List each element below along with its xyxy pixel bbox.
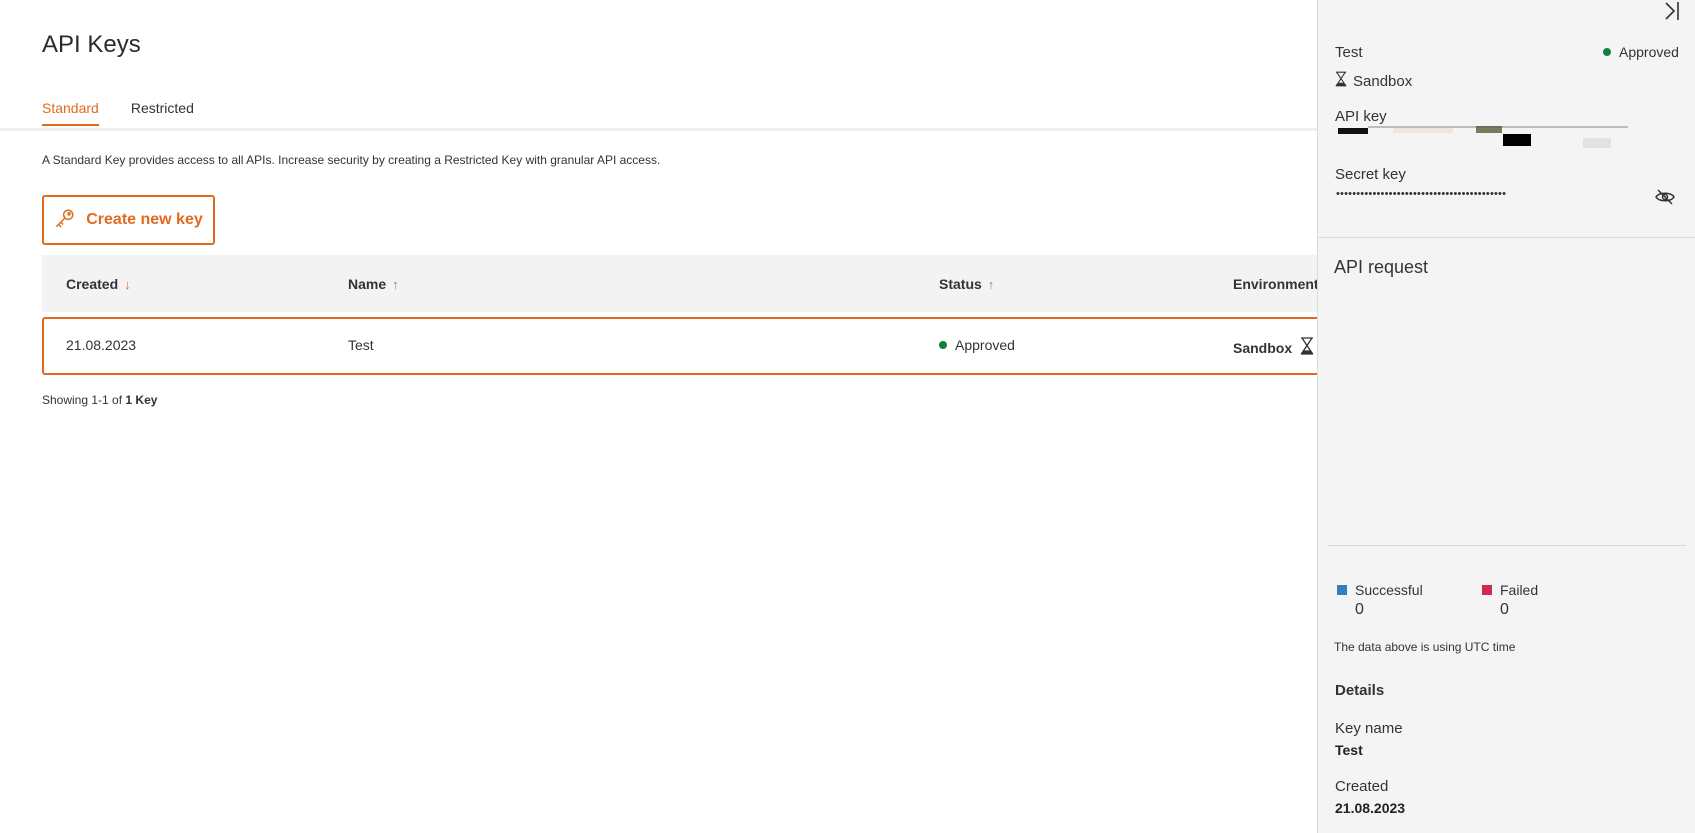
detail-value-created: 21.08.2023: [1335, 800, 1406, 816]
hourglass-icon: [1300, 337, 1314, 358]
pagination-summary: Showing 1-1 of 1 Key: [42, 393, 158, 407]
key-icon: [54, 207, 76, 234]
create-new-key-button[interactable]: Create new key: [42, 195, 215, 245]
page-title: API Keys: [42, 31, 141, 58]
detail-label-created: Created: [1335, 778, 1389, 795]
api-request-chart: [1328, 290, 1686, 545]
key-summary-section: Test Approved Sandbox API key Secret key…: [1318, 0, 1695, 238]
api-key-label: API key: [1335, 108, 1387, 125]
details-title: Details: [1335, 682, 1385, 699]
status-dot-icon: [939, 341, 947, 349]
hourglass-icon: [1335, 71, 1347, 91]
panel-environment: Sandbox: [1335, 71, 1412, 91]
legend-failed: Failed: [1482, 582, 1538, 598]
sort-up-icon: ↑: [392, 276, 399, 292]
chart-baseline: [1328, 545, 1686, 546]
standard-key-info: A Standard Key provides access to all AP…: [42, 153, 661, 167]
api-key-redacted-value[interactable]: [1338, 124, 1638, 152]
secret-key-masked-value: ••••••••••••••••••••••••••••••••••••••••…: [1336, 188, 1507, 200]
secret-key-label: Secret key: [1335, 166, 1406, 183]
successful-color-swatch: [1337, 585, 1347, 595]
failed-count: 0: [1500, 601, 1509, 618]
eye-off-icon[interactable]: [1655, 188, 1675, 206]
status-dot-icon: [1603, 48, 1611, 56]
failed-color-swatch: [1482, 585, 1492, 595]
detail-value-key-name: Test: [1335, 742, 1363, 758]
panel-key-name: Test: [1335, 44, 1363, 61]
tabs-divider: [0, 128, 1317, 131]
table-row[interactable]: 21.08.2023 Test Approved Sandbox: [42, 317, 1332, 375]
utc-note: The data above is using UTC time: [1334, 640, 1516, 654]
sort-down-icon: ↓: [124, 276, 131, 292]
main-content: API Keys Standard Restricted A Standard …: [0, 0, 1332, 833]
create-new-key-label: Create new key: [86, 211, 203, 228]
detail-label-key-name: Key name: [1335, 720, 1403, 737]
column-header-created[interactable]: Created ↓: [66, 276, 131, 292]
column-header-environment[interactable]: Environment: [1233, 276, 1319, 292]
api-request-title: API request: [1334, 257, 1429, 277]
panel-status: Approved: [1603, 44, 1679, 60]
cell-created: 21.08.2023: [66, 337, 137, 353]
sort-up-icon: ↑: [987, 276, 995, 292]
cell-name: Test: [348, 337, 374, 353]
key-type-tabs: Standard Restricted: [42, 100, 194, 126]
column-header-status[interactable]: Status ↑: [939, 276, 994, 292]
tab-standard[interactable]: Standard: [42, 100, 99, 126]
cell-environment: Sandbox: [1233, 337, 1314, 358]
tab-restricted[interactable]: Restricted: [131, 100, 194, 126]
column-header-name[interactable]: Name ↑: [348, 276, 399, 292]
successful-count: 0: [1355, 601, 1364, 618]
cell-status: Approved: [939, 337, 1015, 353]
collapse-panel-icon[interactable]: [1656, 0, 1686, 24]
key-detail-panel: Test Approved Sandbox API key Secret key…: [1317, 0, 1695, 833]
legend-successful: Successful: [1337, 582, 1423, 598]
table-header: Created ↓ Name ↑ Status ↑ Environment: [42, 255, 1319, 312]
